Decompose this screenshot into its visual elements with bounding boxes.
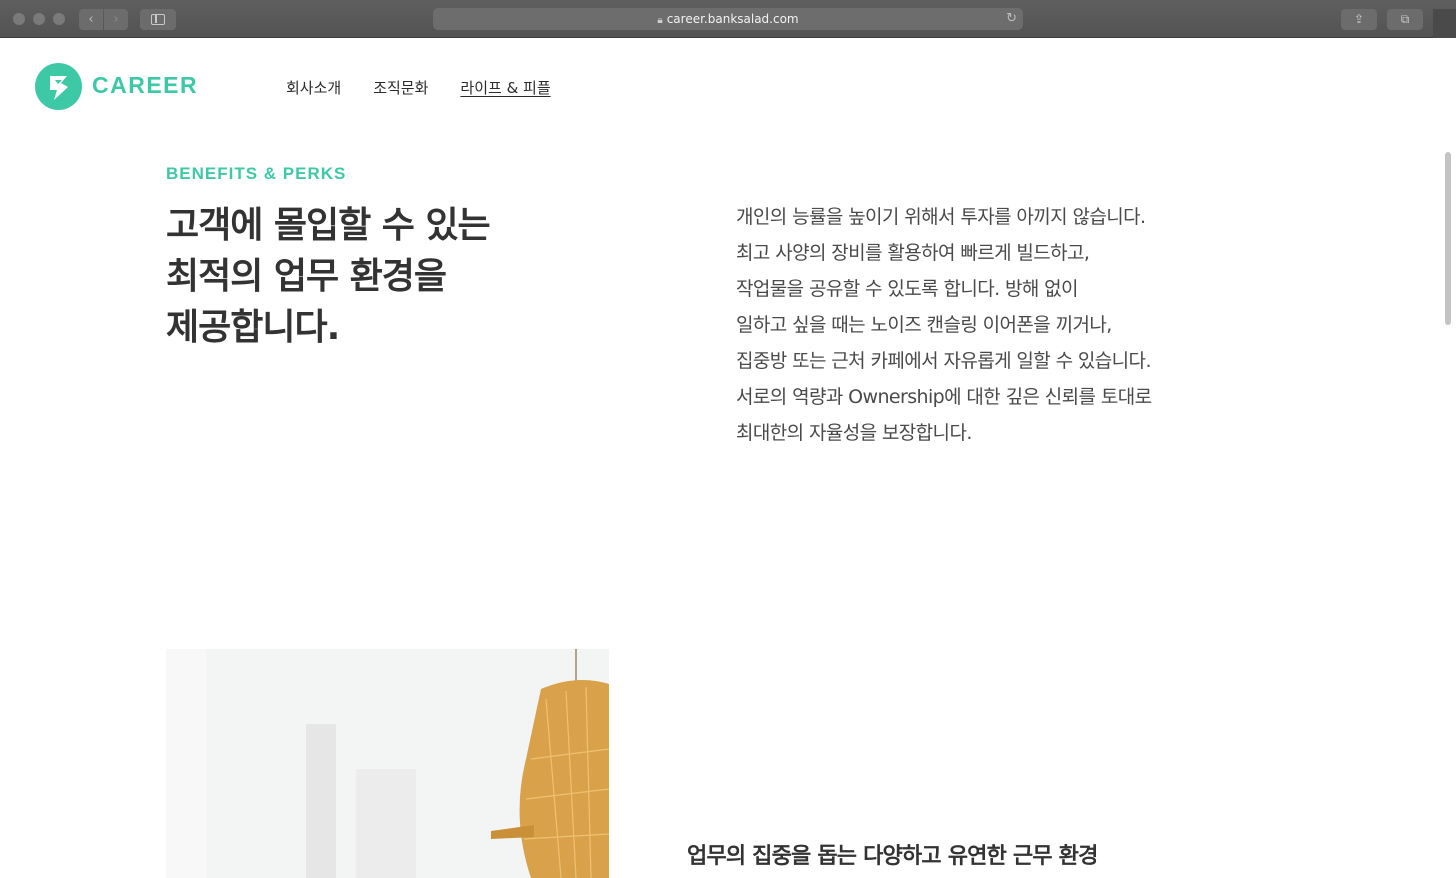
section-description: 개인의 능률을 높이기 위해서 투자를 아끼지 않습니다. 최고 사양의 장비를… bbox=[736, 199, 1256, 451]
nav-item-company[interactable]: 회사소개 bbox=[286, 78, 341, 98]
office-photo bbox=[166, 649, 609, 878]
description-line: 집중방 또는 근처 카페에서 자유롭게 일할 수 있습니다. bbox=[736, 350, 1151, 372]
reload-icon[interactable]: ↻ bbox=[1006, 8, 1017, 30]
url-text: career.banksalad.com bbox=[666, 12, 799, 26]
chevron-left-icon: ‹ bbox=[88, 12, 94, 27]
lock-icon: 🔒︎ bbox=[657, 15, 663, 26]
show-tabs-button[interactable]: ⧉ bbox=[1387, 9, 1423, 30]
description-line: 최고 사양의 장비를 활용하여 빠르게 빌드하고, bbox=[736, 242, 1090, 264]
description-line: 서로의 역량과 Ownership에 대한 깊은 신뢰를 토대로 bbox=[736, 386, 1152, 408]
section-eyebrow: BENEFITS & PERKS bbox=[166, 164, 347, 183]
back-button[interactable]: ‹ bbox=[79, 9, 103, 30]
description-line: 최대한의 자율성을 보장합니다. bbox=[736, 422, 972, 444]
sidebar-toggle-button[interactable] bbox=[140, 9, 176, 30]
minimize-window-button[interactable] bbox=[33, 13, 45, 25]
scrollbar-thumb[interactable] bbox=[1445, 152, 1451, 325]
headline-line: 제공합니다. bbox=[166, 307, 340, 348]
forward-button[interactable]: › bbox=[104, 9, 128, 30]
vertical-scrollbar[interactable] bbox=[1440, 39, 1456, 878]
main-nav: 회사소개 조직문화 라이프 & 피플 bbox=[286, 78, 551, 98]
headline-line: 최적의 업무 환경을 bbox=[166, 256, 447, 297]
description-line: 일하고 싶을 때는 노이즈 캔슬링 이어폰을 끼거나, bbox=[736, 314, 1112, 336]
headline-line: 고객에 몰입할 수 있는 bbox=[166, 205, 491, 246]
share-icon: ⇪ bbox=[1353, 12, 1365, 26]
close-window-button[interactable] bbox=[13, 13, 25, 25]
zoom-window-button[interactable] bbox=[53, 13, 65, 25]
tabs-icon: ⧉ bbox=[1400, 12, 1410, 26]
chevron-right-icon: › bbox=[113, 12, 119, 27]
description-line: 개인의 능률을 높이기 위해서 투자를 아끼지 않습니다. bbox=[736, 206, 1146, 228]
address-bar[interactable]: 🔒︎ career.banksalad.com ↻ bbox=[433, 8, 1023, 30]
browser-toolbar: ‹ › 🔒︎ career.banksalad.com ↻ ⇪ ⧉ bbox=[0, 0, 1456, 38]
banksalad-logo-icon[interactable] bbox=[35, 63, 82, 110]
logo-text[interactable]: CAREER bbox=[92, 72, 198, 99]
sidebar-icon bbox=[151, 14, 165, 25]
new-tab-button[interactable] bbox=[1433, 9, 1456, 38]
nav-item-life-people[interactable]: 라이프 & 피플 bbox=[460, 78, 550, 98]
section-headline: 고객에 몰입할 수 있는 최적의 업무 환경을 제공합니다. bbox=[166, 200, 586, 353]
description-line: 작업물을 공유할 수 있도록 합니다. 방해 없이 bbox=[736, 278, 1079, 300]
share-button[interactable]: ⇪ bbox=[1341, 9, 1377, 30]
nav-item-culture[interactable]: 조직문화 bbox=[373, 78, 428, 98]
section-subheading: 업무의 집중을 돕는 다양하고 유연한 근무 환경 bbox=[687, 844, 1098, 869]
